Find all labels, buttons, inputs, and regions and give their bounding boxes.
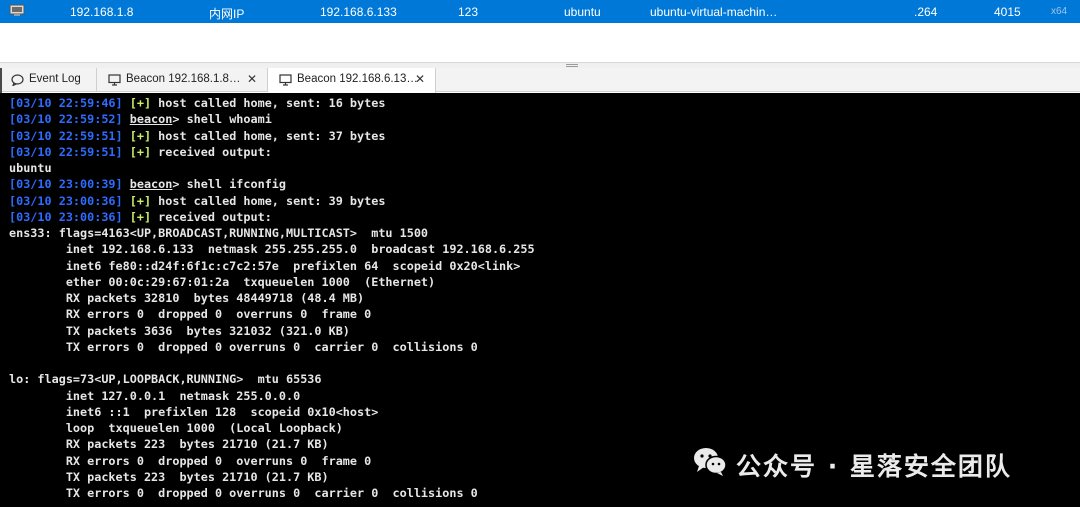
external-ip-cell: 192.168.1.8 xyxy=(70,5,134,19)
session-list-empty-area xyxy=(0,23,1080,67)
console-line: [03/10 23:00:39] beacon> shell ifconfig xyxy=(9,177,287,192)
note-cell: .264 xyxy=(914,5,938,19)
console-line: [03/10 22:59:52] beacon> shell whoami xyxy=(9,112,272,127)
console-line: [03/10 22:59:51] [+] host called home, s… xyxy=(9,128,386,143)
user-cell: ubuntu xyxy=(564,5,601,19)
console-line: [03/10 23:00:36] [+] received output: xyxy=(9,209,272,224)
console-line: RX errors 0 dropped 0 overruns 0 frame 0 xyxy=(9,307,372,322)
console-line: [03/10 22:59:51] [+] received output: xyxy=(9,144,272,159)
beacon-console[interactable]: [03/10 22:59:46] [+] host called home, s… xyxy=(0,93,1080,507)
console-line: TX packets 3636 bytes 321032 (321.0 KB) xyxy=(9,323,350,338)
computer-icon xyxy=(9,4,25,16)
listener-cell: 123 xyxy=(458,5,479,19)
session-row[interactable]: 192.168.1.8 内网IP 192.168.6.133 123 ubunt… xyxy=(0,0,1080,23)
network-cell: 内网IP xyxy=(209,7,245,21)
monitor-icon xyxy=(108,74,121,86)
console-line: ubuntu xyxy=(9,161,52,175)
console-line: ether 00:0c:29:67:01:2a txqueuelen 1000 … xyxy=(9,274,436,289)
console-line: TX errors 0 dropped 0 overruns 0 carrier… xyxy=(9,339,478,354)
chat-icon xyxy=(11,74,24,86)
console-line: inet 127.0.0.1 netmask 255.0.0.0 xyxy=(9,388,301,403)
tab-beacon-2[interactable]: Beacon 192.168.6.13… ✕ xyxy=(268,68,436,93)
pid-cell: 4015 xyxy=(994,5,1021,19)
monitor-icon xyxy=(279,74,292,86)
console-line: inet6 fe80::d24f:6f1c:c7c2:57e prefixlen… xyxy=(9,258,521,273)
console-line: [03/10 23:00:36] [+] host called home, s… xyxy=(9,193,386,208)
tab-beacon-1[interactable]: Beacon 192.168.1.8… ✕ xyxy=(97,68,268,92)
console-line: loop txqueuelen 1000 (Local Loopback) xyxy=(9,421,343,435)
console-line: inet6 ::1 prefixlen 128 scopeid 0x10<hos… xyxy=(9,404,379,419)
console-line: RX packets 32810 bytes 48449718 (48.4 MB… xyxy=(9,291,365,305)
console-line: [03/10 22:59:46] [+] host called home, s… xyxy=(9,96,386,110)
close-icon[interactable]: ✕ xyxy=(415,72,425,86)
computer-cell: ubuntu-virtual-machin… xyxy=(650,5,778,19)
tab-event-log[interactable]: Event Log xyxy=(0,68,97,92)
tab-label: Beacon 192.168.1.8… xyxy=(126,73,241,85)
console-line: lo: flags=73<UP,LOOPBACK,RUNNING> mtu 65… xyxy=(9,372,322,387)
console-line: ens33: flags=4163<UP,BROADCAST,RUNNING,M… xyxy=(9,226,429,240)
splitter-grip-icon xyxy=(566,64,578,67)
tab-label: Beacon 192.168.6.13… xyxy=(297,73,418,85)
tab-label: Event Log xyxy=(29,73,81,85)
close-icon[interactable]: ✕ xyxy=(247,72,257,86)
console-line: inet 192.168.6.133 netmask 255.255.255.0… xyxy=(9,242,535,257)
internal-ip-cell: 192.168.6.133 xyxy=(320,5,397,19)
watermark-text: 公众号 · 星落安全团队 xyxy=(736,452,1012,481)
arch-cell: x64 xyxy=(1051,6,1068,17)
wechat-icon xyxy=(694,448,727,476)
console-line: TX errors 0 dropped 0 overruns 0 carrier… xyxy=(9,486,478,500)
tab-bar: Event Log Beacon 192.168.1.8… ✕ Beacon 1… xyxy=(0,68,1080,93)
